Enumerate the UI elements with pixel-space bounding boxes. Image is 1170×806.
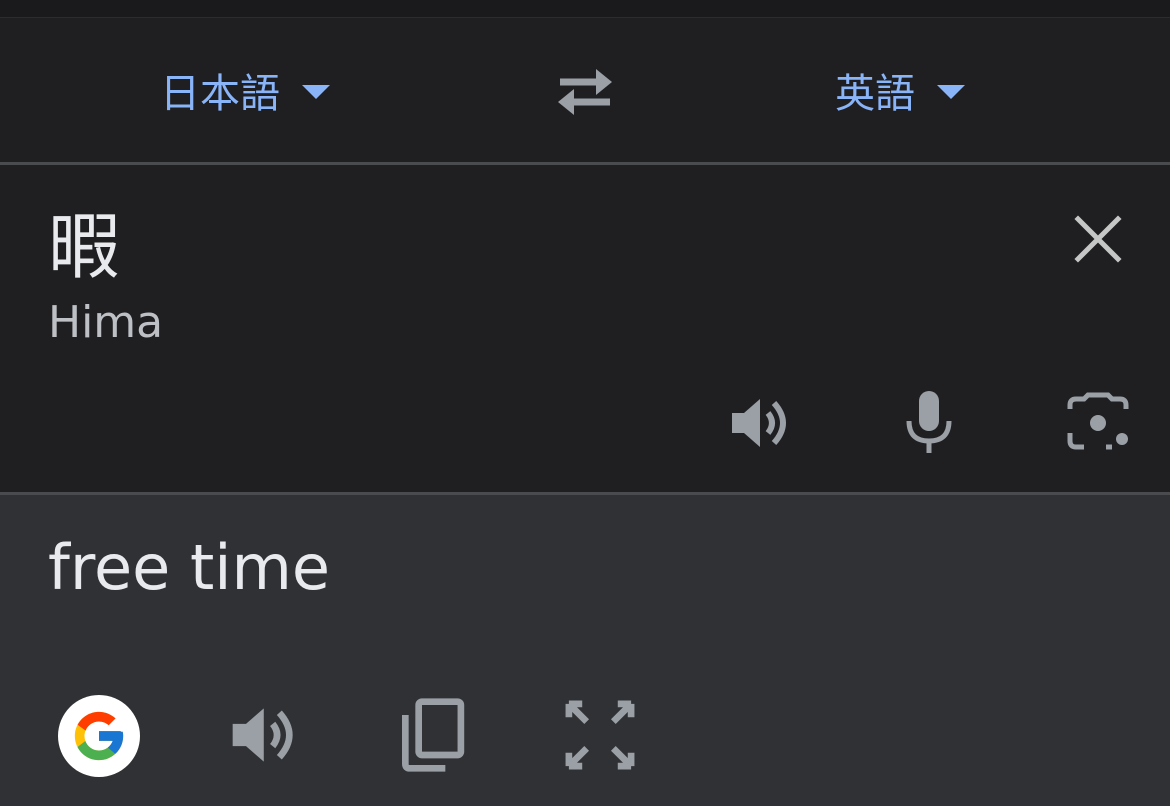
camera-button[interactable] <box>1062 387 1134 459</box>
result-speak-button[interactable] <box>226 695 306 775</box>
source-speak-button[interactable] <box>726 387 798 459</box>
source-language-button[interactable]: 日本語 <box>160 62 330 118</box>
fullscreen-icon <box>565 700 635 770</box>
target-language-button[interactable]: 英語 <box>835 62 965 118</box>
speaker-icon <box>732 399 786 447</box>
clear-button[interactable] <box>1072 213 1124 265</box>
language-bar: 日本語 英語 <box>0 18 1170 164</box>
source-transliteration: Hima <box>48 297 164 348</box>
google-logo-icon <box>74 711 124 761</box>
swap-arrows-icon <box>558 69 612 115</box>
speaker-icon <box>232 708 293 762</box>
swap-languages-button[interactable] <box>552 64 618 120</box>
status-strip <box>0 0 1170 18</box>
fullscreen-button[interactable] <box>560 695 640 775</box>
caret-down-icon <box>302 85 330 99</box>
translation-text: free time <box>48 531 331 604</box>
copy-button[interactable] <box>392 695 472 775</box>
camera-lens-icon <box>1067 392 1129 450</box>
translate-app: 日本語 英語 暇 Hima free time <box>0 0 1170 806</box>
microphone-icon <box>906 391 952 453</box>
source-language-label: 日本語 <box>160 71 280 117</box>
google-search-button[interactable] <box>58 695 140 777</box>
microphone-button[interactable] <box>893 387 965 459</box>
caret-down-icon <box>937 85 965 99</box>
close-icon <box>1074 215 1122 263</box>
copy-icon <box>402 698 465 772</box>
source-panel: 暇 Hima <box>0 165 1170 492</box>
result-panel: free time <box>0 495 1170 806</box>
target-language-label: 英語 <box>835 71 915 117</box>
source-text[interactable]: 暇 <box>48 207 120 287</box>
